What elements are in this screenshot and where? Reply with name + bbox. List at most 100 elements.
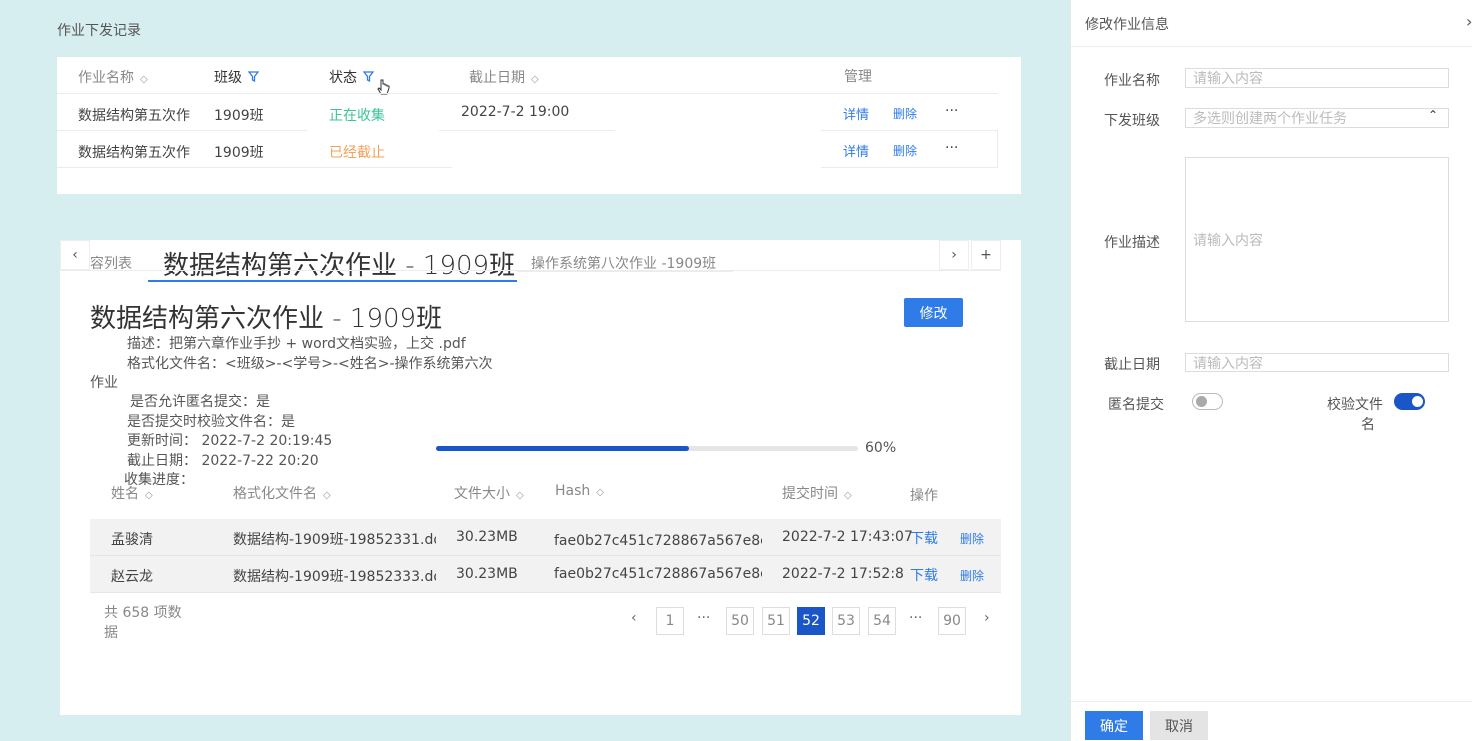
records-title: 作业下发记录 xyxy=(57,23,141,39)
page-51[interactable]: 51 xyxy=(762,607,790,635)
more-icon[interactable]: ··· xyxy=(945,103,958,119)
detail-link[interactable]: 详情 xyxy=(843,104,869,123)
chevron-up-icon: ⌃ xyxy=(1427,108,1438,122)
col-header-time[interactable]: 提交时间 ◇ xyxy=(782,483,852,503)
mouse-cursor-icon xyxy=(377,79,391,101)
page-90[interactable]: 90 xyxy=(938,607,966,635)
record-name: 数据结构第五次作 xyxy=(78,108,190,124)
col-header-student[interactable]: 姓名 ◇ xyxy=(111,483,153,503)
divider xyxy=(90,555,1001,556)
deadline-label: 截止日期 xyxy=(1104,357,1160,373)
sort-icon[interactable]: ◇ xyxy=(596,487,604,498)
page-ellipsis[interactable]: ··· xyxy=(697,610,710,626)
page-ellipsis[interactable]: ··· xyxy=(909,610,922,626)
delete-link[interactable]: 删除 xyxy=(893,142,917,159)
cancel-button[interactable]: 取消 xyxy=(1150,711,1208,740)
student-name: 赵云龙 xyxy=(111,569,153,585)
col-header-name[interactable]: 作业名称 ◇ xyxy=(78,67,148,87)
record-name: 数据结构第五次作 xyxy=(78,145,190,161)
divider xyxy=(90,592,1001,593)
col-header-filename[interactable]: 格式化文件名 ◇ xyxy=(233,483,331,503)
col-header-manage: 管理 xyxy=(844,69,872,85)
filter-icon[interactable] xyxy=(362,71,375,85)
download-link[interactable]: 下载 xyxy=(910,565,938,585)
more-icon[interactable]: ··· xyxy=(945,140,958,156)
divider xyxy=(997,130,998,167)
tab-active[interactable]: 数据结构第六次作业 - 1909班 xyxy=(163,245,515,282)
divider xyxy=(1071,46,1472,47)
progress-bar xyxy=(436,446,858,451)
sort-icon[interactable]: ◇ xyxy=(516,490,524,501)
sort-icon[interactable]: ◇ xyxy=(531,74,539,85)
divider xyxy=(821,130,998,131)
col-header-ops: 操作 xyxy=(910,488,938,504)
name-input[interactable]: 请输入内容 xyxy=(1185,68,1449,88)
delete-link[interactable]: 删除 xyxy=(960,530,984,547)
divider xyxy=(57,93,998,94)
student-name: 孟骏清 xyxy=(111,532,153,548)
file-name: 数据结构-1909班-19852331.doc xyxy=(233,532,436,548)
toggle-knob xyxy=(1412,396,1423,407)
page-54[interactable]: 54 xyxy=(868,607,896,635)
submit-time: 2022-7-2 17:43:07 xyxy=(782,529,913,545)
tab-next-button[interactable]: › xyxy=(939,240,969,270)
class-select[interactable]: 多选则创建两个作业任务 ⌃ xyxy=(1185,108,1449,128)
class-select-placeholder: 多选则创建两个作业任务 xyxy=(1193,111,1347,127)
desc-label: 作业描述 xyxy=(1104,235,1160,251)
deadline-text: 截止日期： 2022-7-22 20:20 xyxy=(127,453,319,469)
page-50[interactable]: 50 xyxy=(726,607,754,635)
close-icon[interactable]: › xyxy=(1466,12,1472,31)
record-class: 1909班 xyxy=(214,145,264,161)
sort-icon[interactable]: ◇ xyxy=(145,490,153,501)
col-header-class[interactable]: 班级 xyxy=(214,67,260,87)
toggle-knob xyxy=(1196,396,1207,407)
tab-underline xyxy=(148,280,517,282)
name-label: 作业名称 xyxy=(1104,73,1160,89)
verify-label: 校验文件 xyxy=(1327,397,1383,413)
page-1[interactable]: 1 xyxy=(656,607,684,635)
col-header-hash[interactable]: Hash ◇ xyxy=(555,483,604,499)
total-count: 共 658 项数 xyxy=(104,605,182,621)
sort-icon[interactable]: ◇ xyxy=(140,74,148,85)
file-hash: fae0b27c451c728867a567e8c1b xyxy=(554,533,762,549)
progress-fill xyxy=(436,446,690,451)
delete-link[interactable]: 删除 xyxy=(960,567,984,584)
divider xyxy=(517,271,733,272)
page-next-button[interactable]: › xyxy=(984,610,990,626)
anonymous-text: 是否允许匿名提交：是 xyxy=(130,394,270,410)
record-deadline: 2022-7-2 19:00 xyxy=(461,104,570,120)
detail-link[interactable]: 详情 xyxy=(843,141,869,160)
drawer-title: 修改作业信息 xyxy=(1085,17,1169,33)
confirm-button[interactable]: 确定 xyxy=(1085,711,1143,740)
filter-icon[interactable] xyxy=(247,71,260,85)
page-prev-button[interactable]: ‹ xyxy=(631,610,637,626)
anonymous-toggle[interactable] xyxy=(1192,393,1223,410)
edit-button[interactable]: 修改 xyxy=(904,298,963,327)
progress-text: 60% xyxy=(865,440,897,456)
divider xyxy=(60,270,1001,271)
sort-icon[interactable]: ◇ xyxy=(323,490,331,501)
col-header-size[interactable]: 文件大小 ◇ xyxy=(454,483,524,503)
col-header-status[interactable]: 状态 xyxy=(329,67,375,87)
download-link[interactable]: 下载 xyxy=(910,528,938,548)
deadline-input[interactable]: 请输入内容 xyxy=(1185,353,1449,372)
divider xyxy=(439,130,615,131)
delete-link[interactable]: 删除 xyxy=(893,105,917,122)
record-class: 1909班 xyxy=(214,108,264,124)
page-52[interactable]: 52 xyxy=(797,607,825,635)
desc-text: 描述：把第六章作业手抄 + word文档实验，上交 .pdf xyxy=(127,336,466,352)
tab-prev-button[interactable]: ‹ xyxy=(60,240,90,270)
status-badge: 正在收集 xyxy=(329,108,385,124)
verify-toggle[interactable] xyxy=(1394,393,1425,410)
total-count-wrap: 据 xyxy=(104,625,118,641)
format-text-wrap: 作业 xyxy=(90,375,118,391)
divider xyxy=(57,167,452,168)
sort-icon[interactable]: ◇ xyxy=(844,490,852,501)
col-header-deadline[interactable]: 截止日期 ◇ xyxy=(469,67,539,87)
anonymous-label: 匿名提交 xyxy=(1108,397,1164,413)
tab-add-button[interactable]: + xyxy=(971,240,1001,270)
page-53[interactable]: 53 xyxy=(832,607,860,635)
edit-drawer: 修改作业信息 › 作业名称 请输入内容 下发班级 多选则创建两个作业任务 ⌃ 作… xyxy=(1070,0,1472,741)
desc-textarea[interactable]: 请输入内容 xyxy=(1185,157,1449,322)
file-size: 30.23MB xyxy=(456,566,518,582)
